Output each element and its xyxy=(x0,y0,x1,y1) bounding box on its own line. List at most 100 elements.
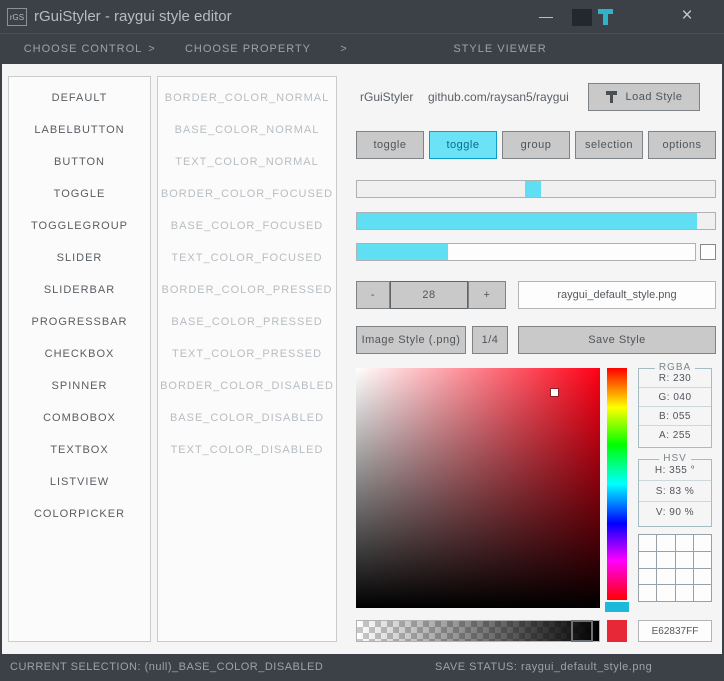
rgba-g-value: G: 040 xyxy=(639,388,711,407)
slider-bar-fill xyxy=(357,213,698,229)
swatch-cell[interactable] xyxy=(657,568,676,586)
status-bar: CURRENT SELECTION: (null)_BASE_COLOR_DIS… xyxy=(0,654,724,681)
spinner-value[interactable]: 28 xyxy=(390,281,468,309)
swatch-cell[interactable] xyxy=(639,585,658,602)
hue-bar-handle[interactable] xyxy=(605,602,629,612)
list-item-slider[interactable]: SLIDER xyxy=(9,242,150,274)
list-item-text-color-disabled[interactable]: TEXT_COLOR_DISABLED xyxy=(158,434,336,466)
hsv-label: HSV xyxy=(659,453,691,464)
toggle-button-0[interactable]: toggle xyxy=(356,131,424,159)
list-item-base-color-focused[interactable]: BASE_COLOR_FOCUSED xyxy=(158,210,336,242)
status-save: SAVE STATUS: raygui_default_style.png xyxy=(435,661,653,673)
ratio-button[interactable]: 1/4 xyxy=(472,326,508,354)
toggle-button-selection[interactable]: selection xyxy=(575,131,643,159)
swatch-cell[interactable] xyxy=(693,585,712,602)
filename-input[interactable]: raygui_default_style.png xyxy=(518,281,716,309)
spinner-plus-button[interactable]: + xyxy=(468,281,506,309)
progress-bar-fill xyxy=(357,244,449,260)
spinner-minus-button[interactable]: - xyxy=(356,281,390,309)
list-item-listview[interactable]: LISTVIEW xyxy=(9,466,150,498)
swatch-cell[interactable] xyxy=(693,551,712,569)
list-item-base-color-disabled[interactable]: BASE_COLOR_DISABLED xyxy=(158,402,336,434)
load-style-button[interactable]: Load Style xyxy=(588,83,700,111)
app-window: rGS rGuiStyler - raygui style editor — ×… xyxy=(0,0,724,681)
color-swatch-grid xyxy=(638,534,712,602)
list-item-border-color-normal[interactable]: BORDER_COLOR_NORMAL xyxy=(158,82,336,114)
hex-value-input[interactable]: E62837FF xyxy=(638,620,712,642)
swatch-cell[interactable] xyxy=(693,535,712,552)
status-current-selection: CURRENT SELECTION: (null)_BASE_COLOR_DIS… xyxy=(10,661,324,673)
list-item-combobox[interactable]: COMBOBOX xyxy=(9,402,150,434)
load-style-icon xyxy=(605,91,619,103)
close-icon[interactable]: × xyxy=(676,0,698,34)
section-choose-property-style: CHOOSE PROPERTY STYLE xyxy=(184,43,312,85)
swatch-cell[interactable] xyxy=(657,585,676,602)
list-item-colorpicker[interactable]: COLORPICKER xyxy=(9,498,150,530)
list-item-spinner[interactable]: SPINNER xyxy=(9,370,150,402)
minimize-icon[interactable]: — xyxy=(536,0,556,34)
toggle-button-1-active[interactable]: toggle xyxy=(429,131,497,159)
app-icon: rGS xyxy=(7,8,27,26)
section-choose-control: CHOOSE CONTROL xyxy=(23,43,143,55)
title-bar: rGS rGuiStyler - raygui style editor — × xyxy=(0,0,724,34)
list-item-text-color-normal[interactable]: TEXT_COLOR_NORMAL xyxy=(158,146,336,178)
list-item-default[interactable]: DEFAULT xyxy=(9,82,150,114)
swatch-cell[interactable] xyxy=(693,568,712,586)
list-item-checkbox[interactable]: CHECKBOX xyxy=(9,338,150,370)
list-item-border-color-disabled[interactable]: BORDER_COLOR_DISABLED xyxy=(158,370,336,402)
image-style-button[interactable]: Image Style (.png) xyxy=(356,326,466,354)
hue-bar[interactable] xyxy=(607,368,627,600)
toggle-button-group[interactable]: group xyxy=(502,131,570,159)
list-item-togglegroup[interactable]: TOGGLEGROUP xyxy=(9,210,150,242)
save-style-button[interactable]: Save Style xyxy=(518,326,716,354)
list-item-border-color-focused[interactable]: BORDER_COLOR_FOCUSED xyxy=(158,178,336,210)
current-color-swatch xyxy=(607,620,627,642)
swatch-cell[interactable] xyxy=(657,535,676,552)
swatch-cell[interactable] xyxy=(675,551,694,569)
list-item-text-color-focused[interactable]: TEXT_COLOR_FOCUSED xyxy=(158,242,336,274)
swatch-cell[interactable] xyxy=(639,568,658,586)
list-item-button[interactable]: BUTTON xyxy=(9,146,150,178)
alpha-slider-handle[interactable] xyxy=(571,620,593,642)
hsv-panel: HSV H: 355 ° S: 83 % V: 90 % xyxy=(638,453,712,527)
maximize-icon[interactable] xyxy=(572,9,592,26)
rgba-panel: RGBA R: 230 G: 040 B: 055 A: 255 xyxy=(638,362,712,448)
app-icon-label: rGS xyxy=(9,12,25,22)
color-picker-area[interactable] xyxy=(356,368,600,608)
list-item-toggle[interactable]: TOGGLE xyxy=(9,178,150,210)
rgba-label: RGBA xyxy=(654,362,696,373)
app-name-label: rGuiStyler xyxy=(360,90,414,104)
swatch-cell[interactable] xyxy=(639,535,658,552)
alpha-slider[interactable] xyxy=(356,620,600,642)
swatch-cell[interactable] xyxy=(639,551,658,569)
list-item-labelbutton[interactable]: LABELBUTTON xyxy=(9,114,150,146)
swatch-cell[interactable] xyxy=(675,585,694,602)
section-style-viewer: STYLE VIEWER xyxy=(453,43,547,55)
swatch-cell[interactable] xyxy=(675,568,694,586)
list-item-text-color-pressed[interactable]: TEXT_COLOR_PRESSED xyxy=(158,338,336,370)
rgba-a-value: A: 255 xyxy=(659,430,691,441)
controls-list: DEFAULT LABELBUTTON BUTTON TOGGLE TOGGLE… xyxy=(8,76,151,642)
slider-bar[interactable] xyxy=(356,212,716,230)
hsv-v-value: V: 90 % xyxy=(655,507,695,518)
load-style-label: Load Style xyxy=(625,91,683,103)
slider-handle[interactable] xyxy=(525,181,542,197)
menu-bar: CHOOSE CONTROL > CHOOSE PROPERTY STYLE >… xyxy=(0,34,724,85)
rgba-b-value: B: 055 xyxy=(639,407,711,426)
repo-label: github.com/raysan5/raygui xyxy=(428,90,569,104)
properties-list: BORDER_COLOR_NORMAL BASE_COLOR_NORMAL TE… xyxy=(157,76,337,642)
progress-bar xyxy=(356,243,696,261)
list-item-progressbar[interactable]: PROGRESSBAR xyxy=(9,306,150,338)
slider[interactable] xyxy=(356,180,716,198)
list-item-base-color-pressed[interactable]: BASE_COLOR_PRESSED xyxy=(158,306,336,338)
swatch-cell[interactable] xyxy=(657,551,676,569)
menu-separator-icon: > xyxy=(340,43,348,55)
list-item-base-color-normal[interactable]: BASE_COLOR_NORMAL xyxy=(158,114,336,146)
swatch-cell[interactable] xyxy=(675,535,694,552)
checkbox[interactable] xyxy=(700,244,716,260)
color-picker-cursor[interactable] xyxy=(551,389,558,396)
toggle-button-options[interactable]: options xyxy=(648,131,716,159)
list-item-sliderbar[interactable]: SLIDERBAR xyxy=(9,274,150,306)
list-item-border-color-pressed[interactable]: BORDER_COLOR_PRESSED xyxy=(158,274,336,306)
list-item-textbox[interactable]: TEXTBOX xyxy=(9,434,150,466)
